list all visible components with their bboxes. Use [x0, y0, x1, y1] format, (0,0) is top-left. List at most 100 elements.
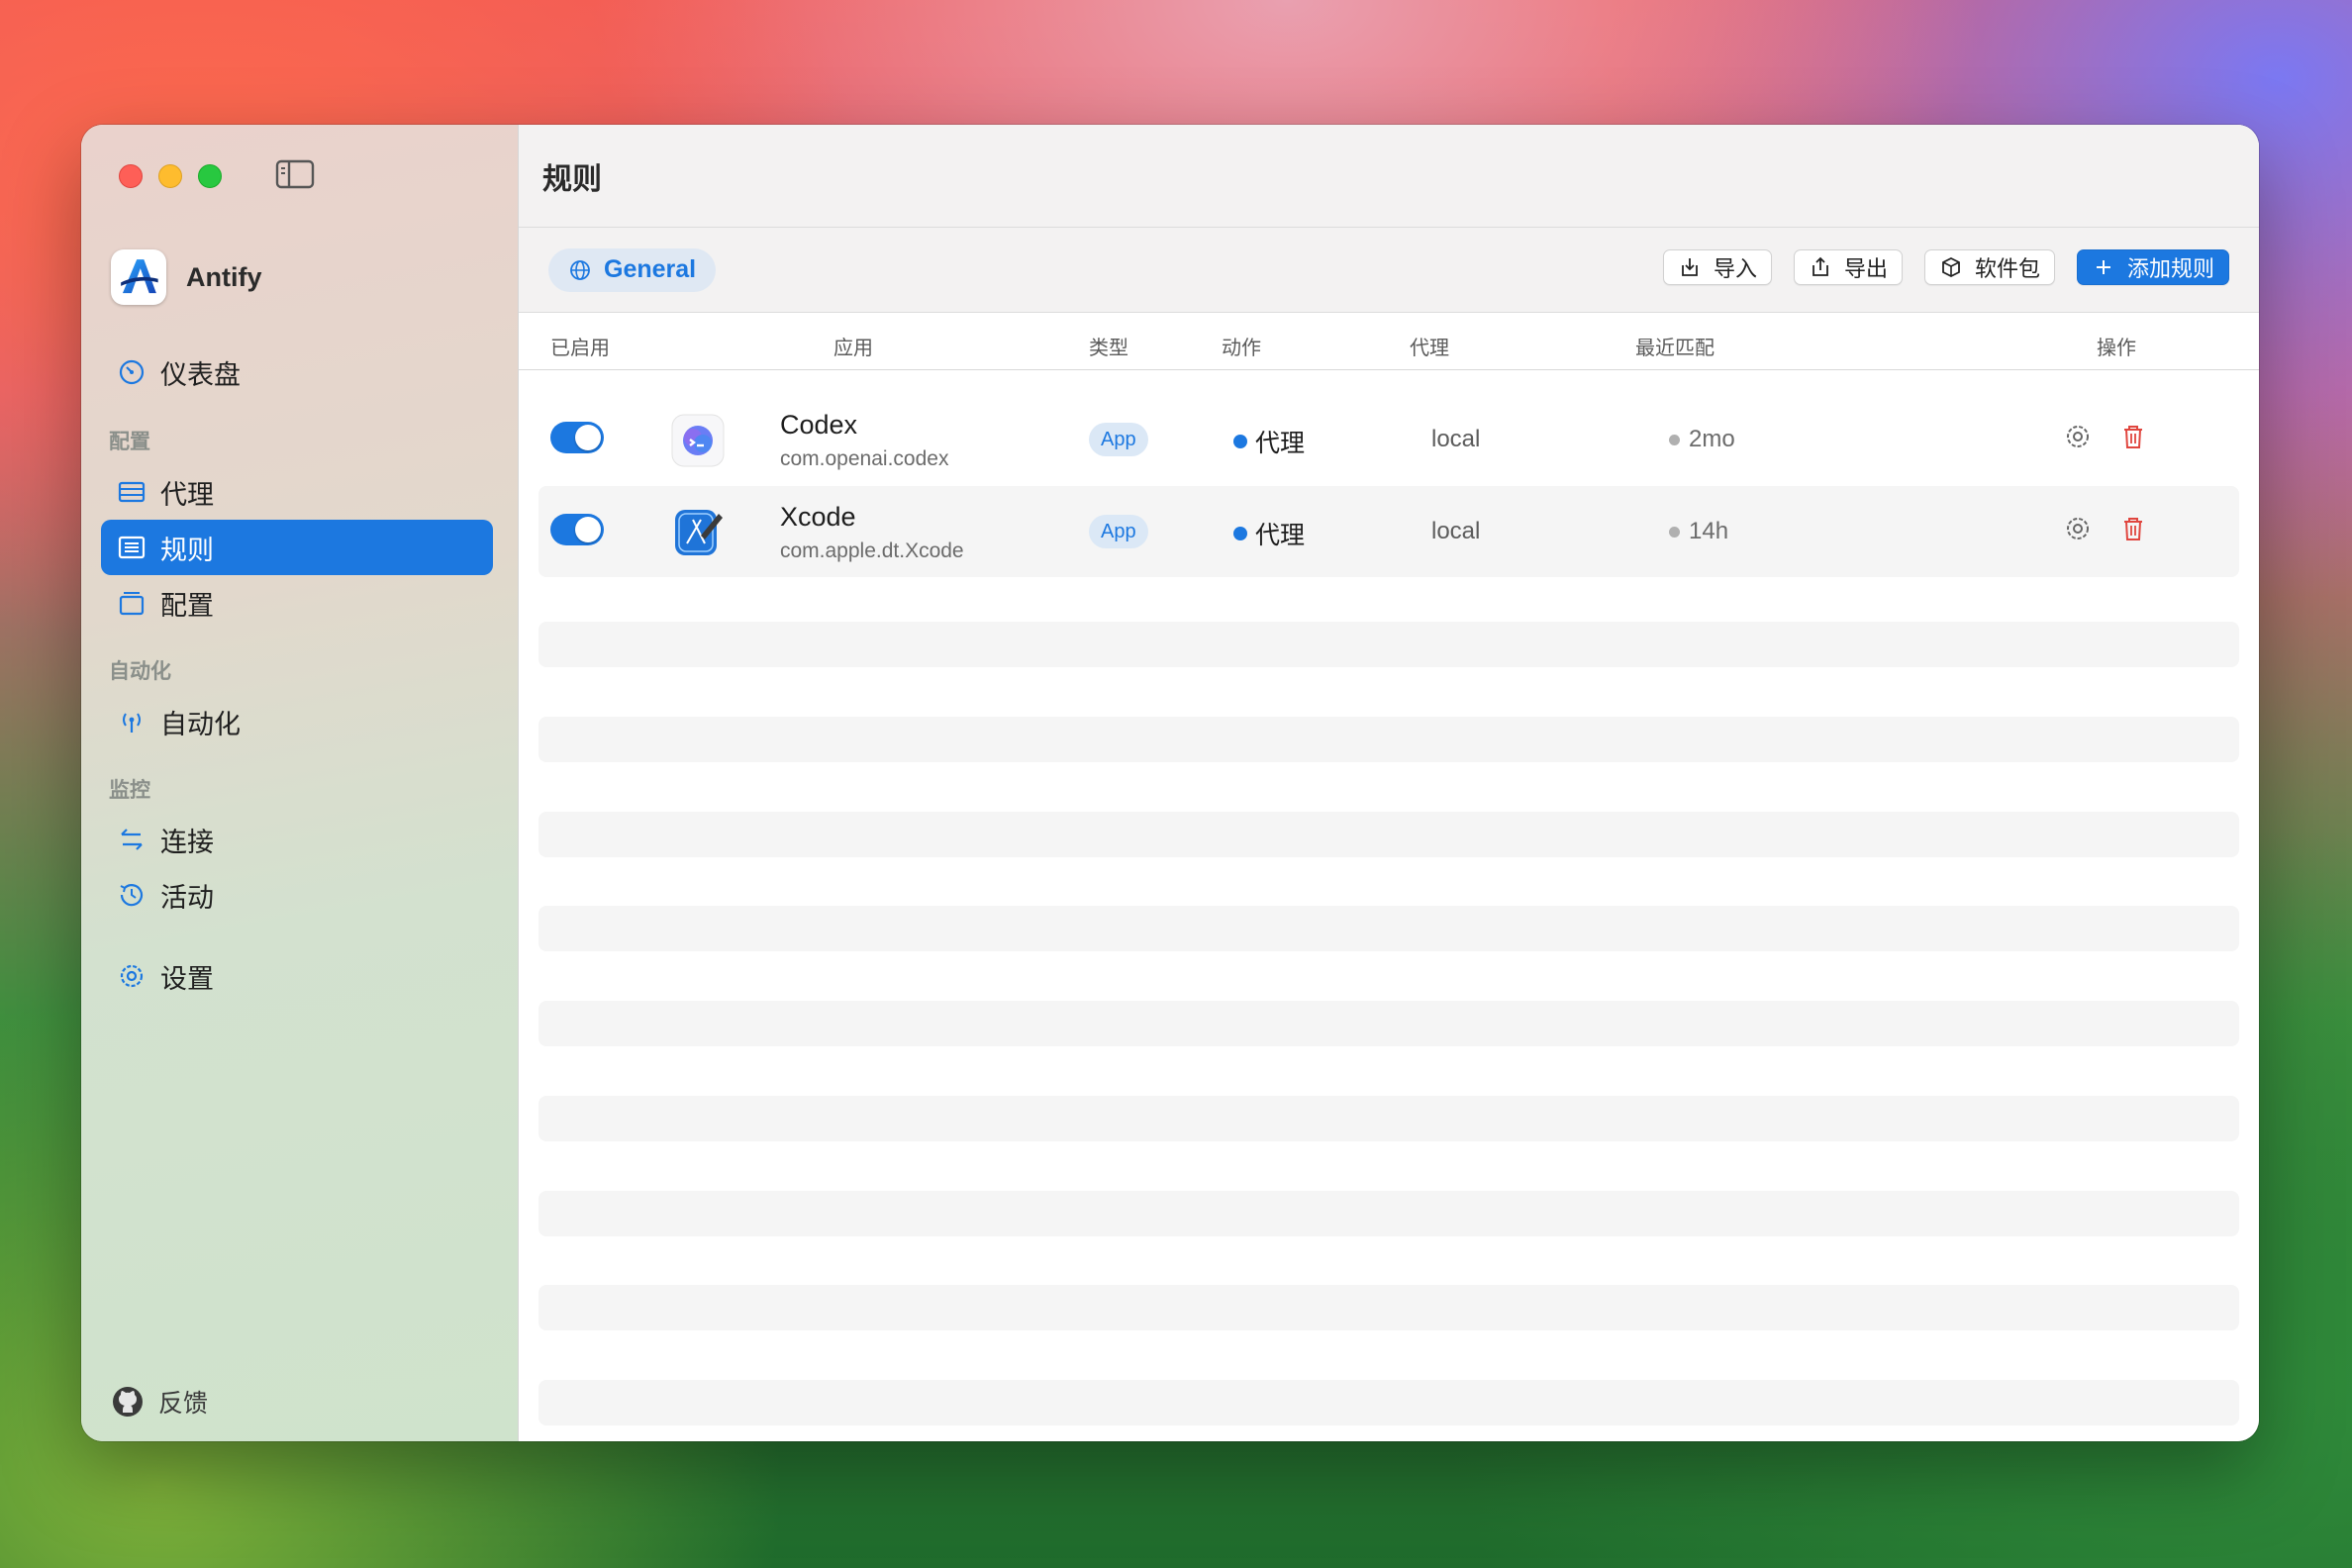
xcode-app-icon	[671, 506, 725, 559]
sidebar-item-proxy[interactable]: 代理	[101, 464, 493, 520]
row-actions	[2063, 422, 2148, 451]
group-chip-label: General	[604, 255, 697, 283]
titlebar: 规则	[519, 125, 2259, 228]
sidebar: Antify 仪表盘 配置 代理 规则 配置 自动化 自动化 监控 连接 活动 …	[81, 125, 519, 1441]
page-title: 规则	[542, 162, 602, 196]
sidebar-section-monitor: 监控	[109, 779, 150, 802]
sidebar-section-automation: 自动化	[109, 660, 171, 683]
close-window-button[interactable]	[119, 164, 143, 188]
type-badge: App	[1089, 515, 1148, 548]
column-header-app: 应用	[833, 338, 873, 359]
table-row[interactable]: Xcode com.apple.dt.Xcode App 代理 local 14…	[539, 486, 2239, 577]
export-icon	[1813, 256, 1828, 276]
column-header-type: 类型	[1089, 338, 1128, 359]
column-header-proxy: 代理	[1410, 338, 1449, 359]
table-header: 已启用 应用 类型 动作 代理 最近匹配 操作	[519, 313, 2259, 370]
antenna-icon	[123, 713, 141, 733]
minimize-window-button[interactable]	[158, 164, 182, 188]
github-icon	[113, 1387, 143, 1417]
export-label: 导出	[1843, 256, 1888, 281]
column-header-last-match: 最近匹配	[1635, 338, 1715, 359]
maximize-window-button[interactable]	[198, 164, 222, 188]
empty-row-stripe	[539, 1096, 2239, 1141]
add-rule-button[interactable]: 添加规则	[2076, 249, 2229, 285]
sidebar-item-connections[interactable]: 连接	[101, 812, 493, 867]
column-header-enabled: 已启用	[550, 338, 610, 359]
sidebar-item-profiles[interactable]: 配置	[101, 575, 493, 631]
proxy-value: local	[1431, 518, 1481, 544]
sidebar-item-label: 规则	[160, 535, 214, 565]
action-dot	[1233, 527, 1247, 540]
tray-icon	[119, 592, 145, 616]
column-header-actions: 操作	[2097, 338, 2136, 359]
feedback-link[interactable]: 反馈	[111, 1384, 208, 1420]
bundle-id: com.apple.dt.Xcode	[780, 539, 964, 562]
proxy-value: local	[1431, 426, 1481, 452]
sidebar-item-label: 连接	[160, 827, 214, 857]
sidebar-section-config: 配置	[109, 431, 150, 453]
sidebar-item-label: 仪表盘	[160, 359, 241, 390]
column-header-action: 动作	[1222, 338, 1261, 359]
table-row[interactable]: Codex com.openai.codex App 代理 local 2mo	[539, 394, 2239, 485]
plus-icon	[2096, 260, 2110, 274]
export-button[interactable]: 导出	[1793, 249, 1903, 285]
empty-row-stripe	[539, 906, 2239, 951]
empty-row-stripe	[539, 812, 2239, 857]
last-match-value: 2mo	[1689, 426, 1735, 452]
clock-history-icon	[120, 884, 144, 907]
bundle-id: com.openai.codex	[780, 447, 949, 470]
globe-icon	[570, 259, 590, 280]
import-icon	[1682, 258, 1698, 276]
list-icon	[118, 536, 146, 559]
status-dot	[1669, 526, 1680, 538]
empty-row-stripe	[539, 717, 2239, 762]
gear-icon[interactable]	[2063, 514, 2093, 543]
empty-row-stripe	[539, 1001, 2239, 1046]
sidebar-item-label: 活动	[160, 882, 214, 913]
sidebar-item-activity[interactable]: 活动	[101, 867, 493, 923]
action-cell: 代理	[1233, 424, 1305, 459]
type-badge: App	[1089, 423, 1148, 456]
empty-row-stripe	[539, 1380, 2239, 1425]
enabled-toggle[interactable]	[550, 422, 604, 453]
app-name: Antify	[186, 261, 262, 292]
sidebar-item-label: 设置	[160, 963, 214, 994]
toolbar: General 导入 导出 软件包 添加规则	[519, 228, 2259, 313]
action-cell: 代理	[1233, 516, 1305, 551]
sidebar-item-label: 自动化	[160, 709, 241, 739]
action-dot	[1233, 435, 1247, 448]
package-label: 软件包	[1974, 256, 2040, 281]
enabled-toggle[interactable]	[550, 514, 604, 545]
feedback-label: 反馈	[158, 1390, 209, 1418]
sidebar-item-settings[interactable]: 设置	[101, 948, 493, 1004]
sidebar-item-dashboard[interactable]: 仪表盘	[101, 344, 493, 400]
app-window: Antify 仪表盘 配置 代理 规则 配置 自动化 自动化 监控 连接 活动 …	[81, 125, 2259, 1441]
last-match-value: 14h	[1689, 518, 1729, 544]
last-match-cell: 2mo	[1669, 426, 1735, 453]
import-button[interactable]: 导入	[1662, 249, 1772, 285]
app-name: Codex	[780, 410, 858, 440]
import-label: 导入	[1713, 256, 1757, 281]
add-rule-label: 添加规则	[2126, 256, 2214, 281]
main-content: 规则 General 导入 导出 软件包 添加规则 已启用 应用 类型 动作 代…	[519, 125, 2259, 1441]
arrows-exchange-icon	[121, 829, 143, 850]
gear-icon[interactable]	[2063, 422, 2093, 451]
trash-icon[interactable]	[2118, 422, 2148, 451]
toolbar-actions: 导入 导出 软件包 添加规则	[1662, 249, 2229, 285]
server-icon	[118, 481, 146, 503]
app-brand: Antify	[111, 249, 262, 305]
gear-icon	[120, 964, 144, 988]
empty-row-stripe	[539, 622, 2239, 667]
sidebar-item-label: 配置	[160, 590, 214, 621]
action-label: 代理	[1255, 522, 1306, 549]
group-chip-general[interactable]: General	[548, 247, 717, 292]
package-button[interactable]: 软件包	[1923, 249, 2055, 285]
sidebar-item-rules[interactable]: 规则	[101, 520, 493, 575]
window-controls	[119, 164, 222, 188]
sidebar-item-automation[interactable]: 自动化	[101, 694, 493, 749]
sidebar-toggle-icon[interactable]	[275, 158, 315, 190]
sidebar-item-label: 代理	[160, 479, 214, 510]
row-actions	[2063, 514, 2148, 543]
gauge-icon	[119, 359, 145, 385]
trash-icon[interactable]	[2118, 514, 2148, 543]
